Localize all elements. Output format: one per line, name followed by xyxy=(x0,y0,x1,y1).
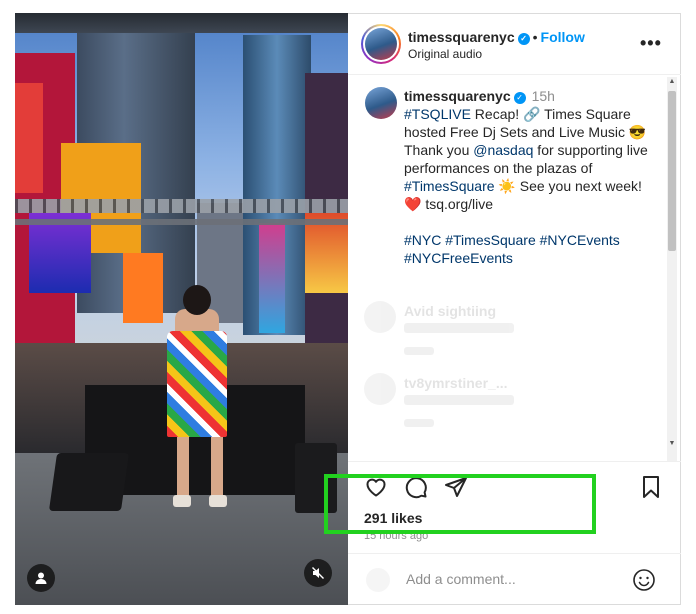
comment-meta-placeholder xyxy=(404,419,434,427)
comment-avatar xyxy=(364,301,396,333)
video-truss xyxy=(15,199,348,213)
bookmark-icon xyxy=(643,476,659,498)
comment-input[interactable] xyxy=(406,564,626,594)
video-dj xyxy=(173,495,191,507)
caption-username[interactable]: timessquarenyc xyxy=(404,88,511,104)
video-dj xyxy=(209,495,227,507)
video-billboard xyxy=(123,253,163,323)
comment-avatar xyxy=(364,373,396,405)
mention-link[interactable]: @nasdaq xyxy=(473,142,533,158)
follow-button[interactable]: Follow xyxy=(541,29,585,45)
caption-timestamp[interactable]: 15h xyxy=(532,88,555,104)
separator-dot: • xyxy=(532,29,538,45)
scroll-down-arrow-icon[interactable]: ▼ xyxy=(667,439,677,449)
emoji-picker-button[interactable] xyxy=(630,566,658,594)
tagged-users-button[interactable] xyxy=(27,564,55,592)
hashtag-link[interactable]: #TSQLIVE xyxy=(404,106,471,122)
mute-button[interactable] xyxy=(304,559,332,587)
video-dj xyxy=(183,285,211,315)
avatar-image xyxy=(365,28,397,60)
video-billboard xyxy=(15,83,43,193)
scroll-up-arrow-icon[interactable]: ▲ xyxy=(667,77,677,87)
video-billboard xyxy=(305,213,348,293)
header-username[interactable]: timessquarenyc xyxy=(408,29,515,45)
hashtag-line[interactable]: #NYCFreeEvents xyxy=(404,249,656,267)
post-media-video[interactable] xyxy=(15,13,348,605)
more-options-icon[interactable]: ••• xyxy=(640,33,662,54)
user-icon xyxy=(35,572,47,584)
commenter-avatar xyxy=(366,568,390,592)
video-dj xyxy=(177,437,189,497)
video-truss xyxy=(15,219,348,225)
scrollbar-thumb[interactable] xyxy=(668,91,676,251)
save-button[interactable] xyxy=(638,474,664,500)
video-billboard xyxy=(29,213,91,293)
video-dj xyxy=(211,437,223,497)
video-billboard xyxy=(259,223,285,333)
comments-list[interactable]: timessquarenyc ✓ 15h #TSQLIVE Recap! 🔗 Tim… xyxy=(348,75,681,461)
hashtag-line[interactable]: #NYC #TimesSquare #NYCEvents xyxy=(404,231,656,249)
comment-item: tv8ymrstiner_... xyxy=(364,373,654,433)
comment-text-placeholder xyxy=(404,323,514,333)
smiley-icon xyxy=(633,569,655,591)
speaker-muted-icon xyxy=(312,567,324,579)
profile-avatar[interactable] xyxy=(361,24,401,64)
comment-meta-placeholder xyxy=(404,347,434,355)
likes-highlight-box xyxy=(324,474,596,534)
verified-badge-icon: ✓ xyxy=(513,92,526,104)
video-speaker xyxy=(48,453,130,511)
original-audio-link[interactable]: Original audio xyxy=(408,47,482,61)
hashtag-link[interactable]: #TimesSquare xyxy=(404,178,495,194)
add-comment-bar xyxy=(348,553,681,605)
video-dj-dress xyxy=(167,331,227,437)
video-truss xyxy=(15,13,348,33)
post-caption: timessquarenyc ✓ 15h #TSQLIVE Recap! 🔗 Tim… xyxy=(404,87,656,267)
post-header: timessquarenyc ✓ • Follow Original audio ••… xyxy=(348,13,681,75)
comment-username: Avid sightiing xyxy=(404,303,497,319)
comment-item: Avid sightiing xyxy=(364,301,654,361)
header-user-line: timessquarenyc ✓ • Follow xyxy=(408,29,585,45)
caption-link-line: ❤️ tsq.org/live xyxy=(404,196,494,212)
caption-avatar[interactable] xyxy=(365,87,397,119)
comment-username: tv8ymrstiner_... xyxy=(404,375,508,391)
verified-badge-icon: ✓ xyxy=(517,33,530,45)
caption-text: ☀️ See you next week! xyxy=(494,178,642,194)
comment-text-placeholder xyxy=(404,395,514,405)
